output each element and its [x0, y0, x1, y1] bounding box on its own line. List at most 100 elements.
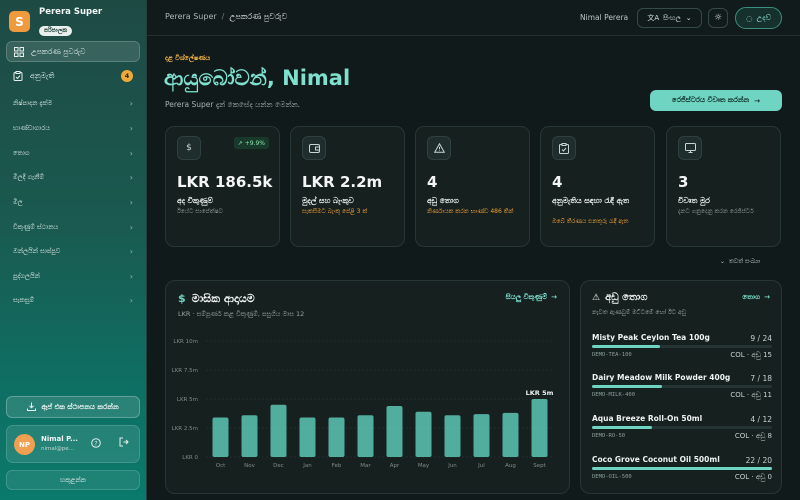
arrow-right-icon: →: [754, 96, 761, 105]
sidebar-item-dashboard[interactable]: උපකරණ පුවරුව: [6, 41, 140, 62]
list-item[interactable]: Dairy Meadow Milk Powder 400g 7 / 18 DEM…: [592, 373, 772, 409]
y-tick-label: LKR 7.5m: [172, 368, 198, 374]
panel-title: ⚠ අඩු තොග: [592, 292, 648, 303]
product-name: Misty Peak Ceylon Tea 100g: [592, 333, 710, 342]
bar: [386, 405, 403, 457]
stock-level-bar: [592, 345, 772, 348]
stock-quantity: 7 / 18: [750, 374, 772, 383]
panel-subtitle: නැවත ඇණවුම් මට්ටමේ හෝ ඊට අඩු: [592, 309, 687, 316]
y-tick-label: LKR 0: [182, 455, 198, 461]
stat-value: LKR 2.2m: [302, 173, 383, 191]
x-tick-label: Dec: [273, 463, 284, 469]
stock-location: COL · අඩු 15: [730, 351, 772, 359]
bar: [444, 415, 461, 457]
stat-description: දැනට ගනුදෙනු කරන රෙජිස්ටර්: [678, 208, 754, 215]
brand-logo: S: [9, 11, 30, 32]
bar: [531, 399, 548, 457]
stat-card-low-stock[interactable]: 4 අඩු තොග නිර්ණායක කරන භාණ්ඩ 486 කින්: [415, 126, 530, 247]
collapse-sidebar-button[interactable]: හකුළන්න: [6, 470, 140, 490]
x-tick-label: Oct: [216, 463, 226, 469]
topbar: Perera Super / උපකරණ පුවරුව Nimal Perera 文…: [147, 0, 800, 36]
user-email: nimal@pe...: [41, 446, 74, 452]
bar: [357, 415, 374, 457]
arrow-right-icon: →: [764, 293, 770, 301]
language-select[interactable]: 文A සිංහල ⌄: [637, 8, 702, 28]
logout-icon[interactable]: [119, 437, 129, 450]
nav-group-stock[interactable]: තොග ›: [13, 146, 133, 160]
download-icon: [27, 402, 37, 413]
wallet-icon: [302, 136, 326, 160]
breadcrumb-root[interactable]: Perera Super: [165, 12, 217, 21]
approvals-count-badge: 4: [121, 70, 133, 82]
grid-icon: [14, 46, 24, 57]
bar: [241, 415, 258, 457]
nav-group-online-store[interactable]: ඔන්ලයින් සාප්පුව ›: [13, 244, 133, 258]
monthly-revenue-panel: LKR 0 LKR 2.5m LKR 5m LKR 7.5m LKR 10m Oct Nov…: [165, 280, 570, 494]
stat-card-cash-bank[interactable]: LKR 2.2m මුදල් සහ බැංකුව සැකසීමට බැංකු ප…: [290, 126, 405, 247]
stock-location: COL · අඩු 11: [730, 391, 772, 399]
product-sku: DEMO-TEA-100: [592, 352, 632, 358]
clipboard-check-icon: [13, 70, 23, 81]
stat-description: ඊයේට සාපේක්ෂව: [177, 208, 223, 215]
help-circle-icon[interactable]: ?: [91, 438, 101, 451]
all-sales-link[interactable]: සියලු විකුණුම් →: [506, 293, 557, 302]
stat-card-pending-approvals[interactable]: 4 අනුමැතිය සඳහා රැඳී ඇත ඔබේ තීරණය එනතුරු…: [540, 126, 655, 247]
stock-quantity: 22 / 20: [745, 456, 772, 465]
bar: [502, 412, 519, 457]
dollar-icon: $: [177, 136, 201, 160]
theme-toggle-button[interactable]: ☼: [708, 8, 728, 28]
nav-group-pos[interactable]: විකුණුම් ස්ථානය ›: [13, 220, 133, 234]
sidebar: S Perera Super පරිපාලක උපකරණ පුවරුව අනුම…: [0, 0, 147, 500]
alert-triangle-icon: ⚠: [592, 293, 601, 303]
help-button[interactable]: ◌ උදව්: [735, 7, 782, 29]
open-register-button[interactable]: රෙජිස්ටරය විවෘත කරන්න →: [650, 90, 782, 111]
alert-triangle-icon: [427, 136, 451, 160]
bar: [473, 414, 490, 457]
x-tick-label: Sept: [533, 463, 546, 469]
product-sku: DEMO-RO-50: [592, 433, 626, 439]
list-item[interactable]: Coco Grove Coconut Oil 500ml 22 / 20 DEM…: [592, 455, 772, 491]
sidebar-item-label: අනුමැති: [30, 70, 55, 80]
chevron-right-icon: ›: [129, 271, 133, 281]
sidebar-item-approvals[interactable]: අනුමැති 4: [6, 65, 140, 86]
translate-icon: 文A: [647, 14, 660, 22]
stat-value: 4: [427, 173, 438, 191]
more-stats-toggle[interactable]: ⌄ තවත් සංඛ්‍යා: [720, 258, 760, 266]
clipboard-icon: [552, 136, 576, 160]
nav-group-people[interactable]: පුද්ගලයින් ›: [13, 269, 133, 283]
brand[interactable]: S Perera Super පරිපාලක: [9, 7, 102, 36]
stat-description: සැකසීමට බැංකු පේළි 3 ක්: [302, 208, 368, 215]
nav-group-purchasing[interactable]: මිලදී ගැනීම් ›: [13, 170, 133, 184]
product-sku: DEMO-OIL-500: [592, 474, 632, 480]
message-circle-icon: ◌: [746, 13, 753, 23]
install-app-button[interactable]: ඇප් එක ස්ථාපනය කරන්න: [6, 396, 140, 418]
stock-quantity: 4 / 12: [750, 415, 772, 424]
stat-label: අද විකුණුම්: [177, 196, 213, 205]
chevron-right-icon: ›: [129, 222, 133, 232]
list-item[interactable]: Misty Peak Ceylon Tea 100g 9 / 24 DEMO-T…: [592, 333, 772, 369]
x-tick-label: Mar: [360, 463, 371, 469]
nav-group-warehouse[interactable]: භාණ්ඩාගාරය ›: [13, 121, 133, 135]
stat-card-today-sales[interactable]: $ ↗ +9.9% LKR 186.5k අද විකුණුම් ඊයේට සාප…: [165, 126, 280, 247]
panel-title: $ මාසික ආදායම: [178, 292, 255, 305]
nav-group-pricing[interactable]: මිල ›: [13, 195, 133, 209]
breadcrumb-current: උපකරණ පුවරුව: [229, 12, 288, 21]
stock-level-bar: [592, 385, 772, 388]
stat-card-open-shifts[interactable]: 3 විවෘත මුර දැනට ගනුදෙනු කරන රෙජිස්ටර්: [666, 126, 781, 247]
page-title: ආයුබෝවන්, Nimal: [164, 66, 351, 90]
nav-group-settings[interactable]: සැකසුම් ›: [13, 293, 133, 307]
user-card[interactable]: NP Nimal P... nimal@pe... ?: [6, 425, 140, 463]
x-tick-label: Jul: [477, 463, 485, 469]
x-tick-label: Feb: [332, 463, 342, 469]
bar: [270, 404, 287, 457]
panel-subtitle: LKR · සම්පූර්ණ කළ විකුණුම්, පසුගිය මාස 1…: [178, 310, 305, 318]
nav-group-products[interactable]: නිෂ්පාදන දැක්ම ›: [13, 96, 133, 110]
stock-link[interactable]: තොග →: [742, 293, 770, 302]
data-label: LKR 5m: [526, 389, 554, 397]
chevron-right-icon: ›: [129, 148, 133, 158]
list-item[interactable]: Aqua Breeze Roll-On 50ml 4 / 12 DEMO-RO-…: [592, 414, 772, 450]
monitor-icon: [678, 136, 702, 160]
stock-level-bar: [592, 426, 772, 429]
top-user-name: Nimal Perera: [580, 13, 629, 22]
stock-location: COL · අඩු 0: [734, 473, 772, 481]
